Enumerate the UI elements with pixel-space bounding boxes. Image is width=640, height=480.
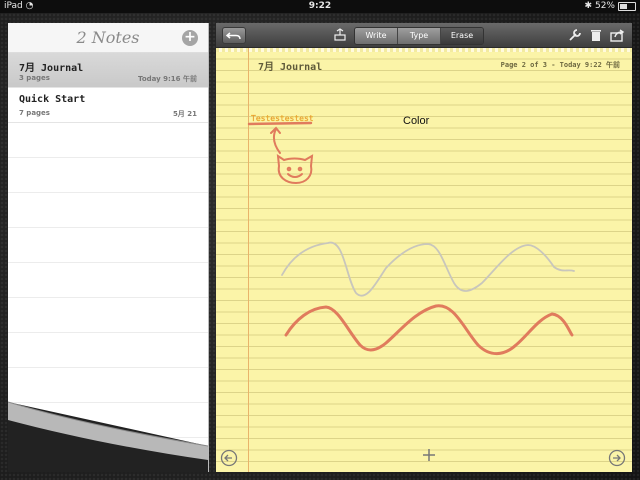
empty-row [8, 123, 208, 158]
notes-list-header: 2 Notes + [8, 23, 208, 53]
empty-row [8, 158, 208, 193]
underline-stroke [247, 121, 313, 126]
arrow-right-icon [613, 454, 621, 462]
note-date: Today 9:16 午前 [137, 75, 197, 83]
add-note-button[interactable]: + [182, 30, 198, 46]
empty-row [8, 368, 208, 403]
status-right: ✱ 52% [584, 0, 636, 13]
notes-count-title: 2 Notes [76, 28, 140, 47]
battery-percent: 52% [594, 1, 615, 11]
note-title: Quick Start [19, 94, 86, 105]
empty-row [8, 298, 208, 333]
handwritten-text: Testestestest [251, 114, 314, 123]
empty-row [8, 263, 208, 298]
next-page-button[interactable] [608, 449, 626, 467]
note-date: 5月 21 [172, 110, 197, 118]
note-pages: 3 pages [19, 74, 50, 82]
add-page-button[interactable] [422, 448, 436, 462]
battery-icon [618, 2, 636, 11]
note-title: 7月 Journal [19, 63, 84, 74]
clock: 9:22 [308, 1, 332, 11]
arrow-left-icon [224, 454, 232, 462]
bluetooth-icon: ✱ [584, 1, 592, 11]
notepad: Write Type Erase 7月 Journal Page 2 of 3 … [216, 23, 632, 472]
empty-row [8, 193, 208, 228]
gray-wave-stroke [281, 242, 575, 297]
handwriting-layer: Testestestest [247, 114, 575, 356]
cat-face-doodle [276, 153, 314, 185]
note-row[interactable]: 7月 Journal 3 pages Today 9:16 午前 [8, 53, 208, 88]
note-row[interactable]: Quick Start 7 pages 5月 21 [8, 88, 208, 123]
empty-row [8, 228, 208, 263]
status-bar: iPad ◔ 9:22 ✱ 52% [0, 0, 640, 13]
previous-page-button[interactable] [220, 449, 238, 467]
empty-row [8, 333, 208, 368]
plus-circle-icon: + [184, 29, 196, 45]
page-curl [8, 401, 208, 472]
arrow-stroke [270, 126, 281, 154]
plus-icon [423, 449, 435, 461]
note-pages: 7 pages [19, 109, 50, 117]
red-wave-stroke [284, 304, 574, 356]
